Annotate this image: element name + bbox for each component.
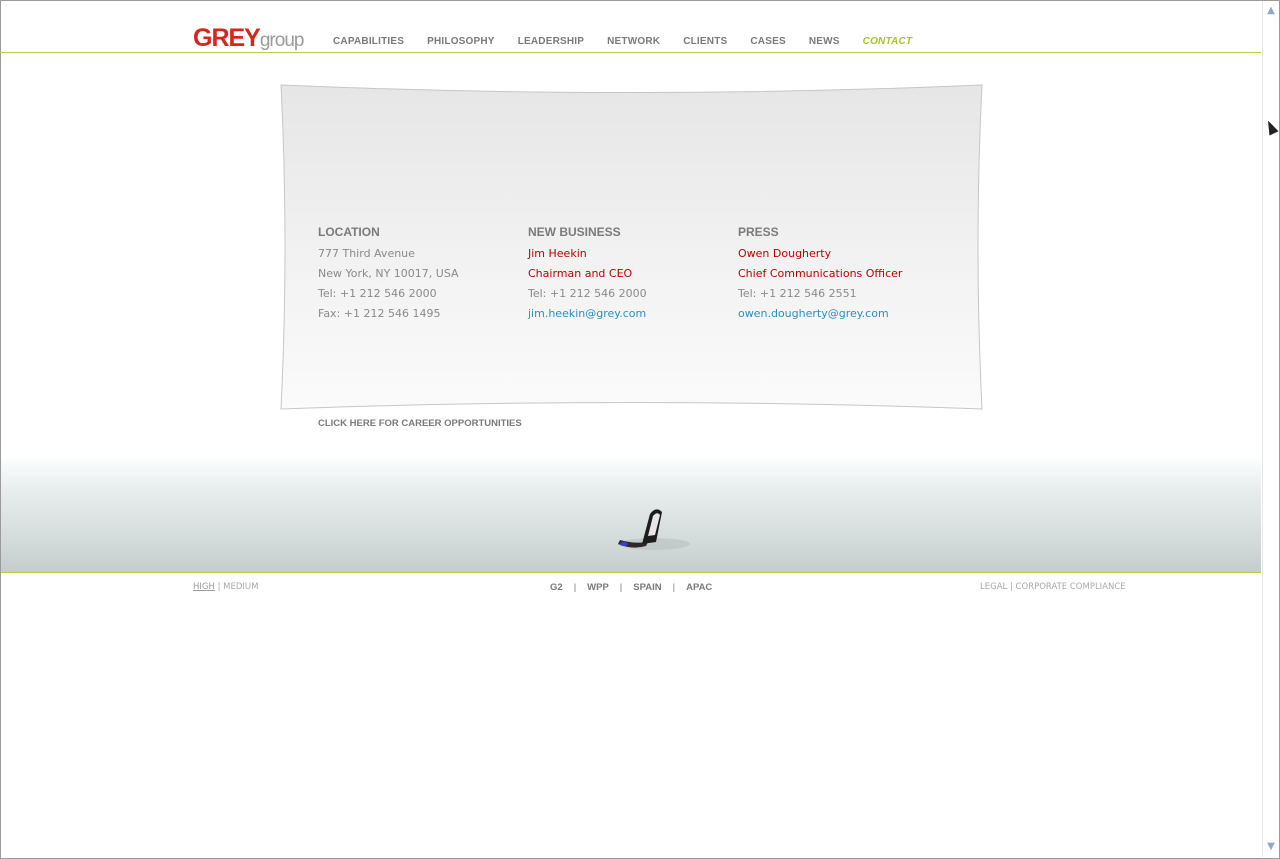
corporate-compliance-link[interactable]: CORPORATE COMPLIANCE — [1016, 582, 1126, 592]
site-header: GREYgroup CAPABILITIES PHILOSOPHY LEADER… — [0, 0, 1261, 53]
new-business-tel: Tel: +1 212 546 2000 — [528, 287, 647, 300]
bandwidth-separator: | — [217, 582, 221, 592]
bandwidth-high-link[interactable]: HIGH — [193, 582, 215, 592]
footer-network-links: G2 | WPP | SPAIN | APAC — [550, 582, 712, 593]
new-business-heading: NEW BUSINESS — [528, 225, 621, 239]
location-tel: Tel: +1 212 546 2000 — [318, 287, 437, 300]
footer-legal-links: LEGAL | CORPORATE COMPLIANCE — [980, 582, 1126, 592]
footer-link-spain[interactable]: SPAIN — [633, 582, 661, 593]
nav-philosophy[interactable]: PHILOSOPHY — [427, 36, 495, 47]
career-opportunities-link[interactable]: CLICK HERE FOR CAREER OPPORTUNITIES — [318, 418, 522, 429]
press-tel: Tel: +1 212 546 2551 — [738, 287, 857, 300]
new-business-title: Chairman and CEO — [528, 267, 633, 280]
new-business-email-link[interactable]: jim.heekin@grey.com — [528, 304, 647, 324]
press-name: Owen Dougherty — [738, 247, 832, 260]
nav-clients[interactable]: CLIENTS — [683, 36, 727, 47]
grey-group-logo[interactable]: GREYgroup — [193, 24, 305, 53]
nav-network[interactable]: NETWORK — [607, 36, 660, 47]
footer-link-separator: | — [672, 582, 676, 593]
nav-news[interactable]: NEWS — [809, 36, 840, 47]
nav-capabilities[interactable]: CAPABILITIES — [333, 36, 404, 47]
nav-leadership[interactable]: LEADERSHIP — [518, 36, 584, 47]
press-heading: PRESS — [738, 225, 779, 239]
main-nav: CAPABILITIES PHILOSOPHY LEADERSHIP NETWO… — [333, 36, 935, 47]
new-business-name: Jim Heekin — [528, 247, 587, 260]
footer-link-apac[interactable]: APAC — [686, 582, 712, 593]
logo-grey-text: GREY — [193, 24, 261, 52]
scroll-down-arrow-icon[interactable]: ▼ — [1263, 839, 1279, 855]
new-business-column: NEW BUSINESS Jim Heekin Chairman and CEO… — [528, 222, 647, 324]
footer-link-separator: | — [573, 582, 577, 593]
logo-group-text: group — [259, 30, 305, 51]
location-column: LOCATION 777 Third Avenue New York, NY 1… — [318, 222, 459, 324]
address-line-2: New York, NY 10017, USA — [318, 267, 459, 280]
bandwidth-switch: HIGH | MEDIUM — [193, 582, 258, 592]
scroll-up-arrow-icon[interactable]: ▲ — [1263, 3, 1279, 19]
address-line-1: 777 Third Avenue — [318, 247, 415, 260]
press-column: PRESS Owen Dougherty Chief Communication… — [738, 222, 902, 324]
bandwidth-medium-link[interactable]: MEDIUM — [223, 582, 258, 592]
press-title: Chief Communications Officer — [738, 267, 903, 280]
press-email-link[interactable]: owen.dougherty@grey.com — [738, 304, 902, 324]
footer-link-wpp[interactable]: WPP — [587, 582, 609, 593]
nav-contact[interactable]: CONTACT — [863, 36, 913, 47]
nav-cases[interactable]: CASES — [750, 36, 785, 47]
location-heading: LOCATION — [318, 225, 380, 239]
location-fax: Fax: +1 212 546 1495 — [318, 307, 441, 320]
flip-phone-image — [618, 509, 690, 550]
footer-link-g2[interactable]: G2 — [550, 582, 563, 593]
footer-link-separator: | — [619, 582, 623, 593]
legal-separator: | — [1009, 582, 1013, 592]
legal-link[interactable]: LEGAL — [980, 582, 1007, 592]
